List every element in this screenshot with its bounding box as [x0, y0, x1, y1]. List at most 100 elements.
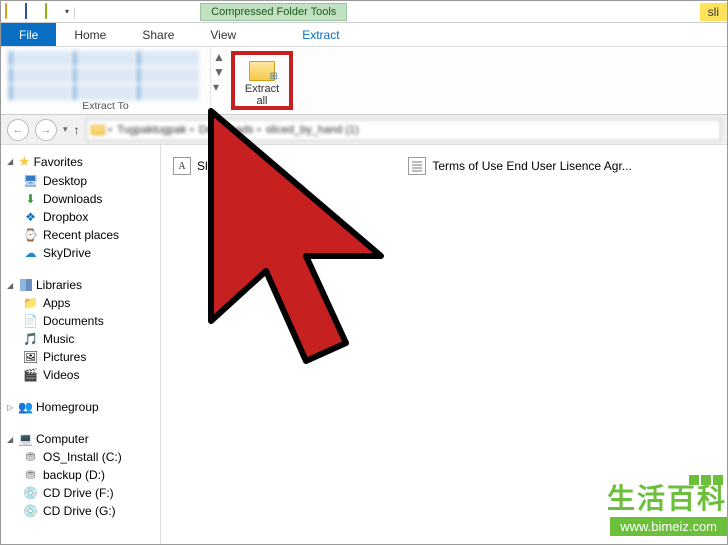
sidebar-group-computer: ◢ 💻 Computer ⛃OS_Install (C:) ⛃ backup (D… — [5, 430, 156, 520]
sidebar-item-desktop[interactable]: 🖥 Desktop — [5, 172, 156, 190]
folder-icon — [91, 125, 105, 135]
quick-access-toolbar: ▾ | — [1, 4, 80, 20]
sidebar-item-label: CD Drive (F:) — [43, 486, 114, 500]
sidebar-item-documents[interactable]: 📄Documents — [5, 312, 156, 330]
sidebar-head-libraries[interactable]: ◢ Libraries — [5, 276, 156, 294]
breadcrumb[interactable]: ▸ Tugpaktugpak ▸ Downloads ▸ sliced_by_h… — [86, 119, 721, 141]
sidebar-item-pictures[interactable]: 🖼Pictures — [5, 348, 156, 366]
watermark-url: www.bimeiz.com — [610, 517, 727, 536]
chevron-right-icon: ▸ — [109, 124, 114, 135]
sidebar-group-homegroup: ▷ 👥 Homegroup — [5, 398, 156, 416]
sidebar-item-label: CD Drive (G:) — [43, 504, 116, 518]
collapse-icon[interactable]: ◢ — [7, 435, 15, 444]
forward-button[interactable]: → — [35, 119, 57, 141]
navigation-pane: ◢ ★ Favorites 🖥 Desktop ⬇ Downloads ❖ Dropb… — [1, 145, 161, 544]
address-bar: ← → ▾ ↑ ▸ Tugpaktugpak ▸ Downloads ▸ sli… — [1, 115, 727, 145]
sidebar-item-downloads[interactable]: ⬇ Downloads — [5, 190, 156, 208]
tab-file[interactable]: File — [1, 23, 56, 46]
extract-all-highlight: Extract all — [231, 51, 293, 110]
history-dropdown-icon[interactable]: ▾ — [63, 124, 68, 135]
sidebar-head-computer[interactable]: ◢ 💻 Computer — [5, 430, 156, 448]
sidebar-head-homegroup[interactable]: ▷ 👥 Homegroup — [5, 398, 156, 416]
ribbon-group-label: Extract To — [9, 100, 202, 112]
divider: | — [73, 5, 76, 19]
sidebar-item-drive-g[interactable]: 💿 CD Drive (G:) — [5, 502, 156, 520]
collapse-icon[interactable]: ◢ — [7, 157, 15, 166]
sidebar-item-recent[interactable]: ⌚ Recent places — [5, 226, 156, 244]
breadcrumb-segment[interactable]: Tugpaktugpak — [117, 124, 186, 136]
collapse-icon[interactable]: ◢ — [7, 281, 15, 290]
sidebar-item-label: backup (D:) — [43, 468, 105, 482]
dropdown-icon[interactable]: ▾ — [65, 7, 69, 16]
sidebar-head-favorites[interactable]: ◢ ★ Favorites — [5, 151, 156, 172]
breadcrumb-segment[interactable]: Downloads — [199, 124, 253, 136]
ribbon-tabs: File Home Share View Extract — [1, 23, 727, 47]
scroll-more-icon[interactable]: ▾ — [213, 80, 225, 94]
gallery-scroll[interactable]: ▲ ▼ ▾ — [211, 47, 227, 114]
sidebar-item-label: Recent places — [43, 228, 119, 242]
up-button[interactable]: ↑ — [74, 123, 80, 137]
extract-all-label: Extract all — [245, 83, 279, 107]
recent-icon: ⌚ — [23, 228, 38, 242]
dropbox-icon: ❖ — [23, 210, 38, 224]
sidebar-item-skydrive[interactable]: ☁SkyDrive — [5, 244, 156, 262]
tab-share[interactable]: Share — [124, 23, 192, 46]
breadcrumb-segment[interactable]: sliced_by_hand (1) — [266, 124, 359, 136]
sidebar-item-music[interactable]: 🎵 Music — [5, 330, 156, 348]
computer-icon: 💻 — [18, 432, 33, 446]
music-icon: 🎵 — [23, 332, 38, 346]
tab-home[interactable]: Home — [56, 23, 124, 46]
folder-icon[interactable] — [5, 4, 21, 20]
desktop-icon: 🖥 — [23, 174, 38, 188]
star-icon: ★ — [18, 153, 31, 170]
sidebar-item-dropbox[interactable]: ❖ Dropbox — [5, 208, 156, 226]
sidebar-item-label: Downloads — [43, 192, 102, 206]
sidebar-item-apps[interactable]: 📁Apps — [5, 294, 156, 312]
scroll-up-icon[interactable]: ▲ — [213, 50, 225, 64]
expand-icon[interactable]: ▷ — [7, 403, 15, 412]
chevron-right-icon: ▸ — [190, 124, 195, 135]
extract-destinations-gallery[interactable] — [9, 51, 202, 100]
sidebar-group-libraries: ◢ Libraries 📁Apps 📄Documents 🎵 Music 🖼Pic… — [5, 276, 156, 384]
file-name: Sliced by Ha — [197, 159, 264, 173]
sidebar-label: Computer — [36, 432, 89, 446]
sidebar-item-drive-d[interactable]: ⛃ backup (D:) — [5, 466, 156, 484]
tab-extract[interactable]: Extract — [284, 23, 357, 46]
sidebar-item-label: Music — [43, 332, 74, 346]
properties-icon[interactable] — [45, 4, 61, 20]
text-file-icon — [408, 157, 426, 175]
sidebar-label: Favorites — [34, 155, 83, 169]
watermark: 生活百科 www.bimeiz.com — [607, 477, 727, 536]
window-title: sli — [700, 3, 727, 21]
ribbon-group-extract-to: Extract To — [1, 47, 211, 114]
disc-icon: 💿 — [23, 504, 38, 518]
file-item-font[interactable]: A Sliced by Ha — [171, 155, 266, 177]
cloud-icon: ☁ — [23, 246, 38, 260]
font-file-icon: A — [173, 157, 191, 175]
download-icon: ⬇ — [23, 192, 38, 206]
file-name: Terms of Use End User Lisence Agr... — [432, 159, 631, 173]
file-item-text[interactable]: Terms of Use End User Lisence Agr... — [406, 155, 633, 177]
chevron-right-icon: ▸ — [257, 124, 262, 135]
scroll-down-icon[interactable]: ▼ — [213, 65, 225, 79]
sidebar-item-label: OS_Install (C:) — [43, 450, 122, 464]
contextual-tab-label: Compressed Folder Tools — [200, 3, 347, 21]
tab-view[interactable]: View — [192, 23, 254, 46]
sidebar-item-label: Pictures — [43, 350, 86, 364]
homegroup-icon: 👥 — [18, 400, 33, 414]
sidebar-item-videos[interactable]: 🎬 Videos — [5, 366, 156, 384]
videos-icon: 🎬 — [23, 368, 38, 382]
watermark-decor — [663, 474, 723, 486]
sidebar-item-label: Desktop — [43, 174, 87, 188]
drive-icon: ⛃ — [23, 468, 38, 482]
sidebar-item-drive-f[interactable]: 💿CD Drive (F:) — [5, 484, 156, 502]
extract-all-button[interactable]: Extract all — [237, 57, 287, 111]
sidebar-item-label: Videos — [43, 368, 79, 382]
sidebar-item-drive-c[interactable]: ⛃OS_Install (C:) — [5, 448, 156, 466]
sidebar-item-label: Dropbox — [43, 210, 88, 224]
back-button[interactable]: ← — [7, 119, 29, 141]
documents-icon: 📄 — [23, 314, 38, 328]
folder-icon: 📁 — [23, 296, 38, 310]
sidebar-label: Homegroup — [36, 400, 99, 414]
save-icon[interactable] — [25, 4, 41, 20]
